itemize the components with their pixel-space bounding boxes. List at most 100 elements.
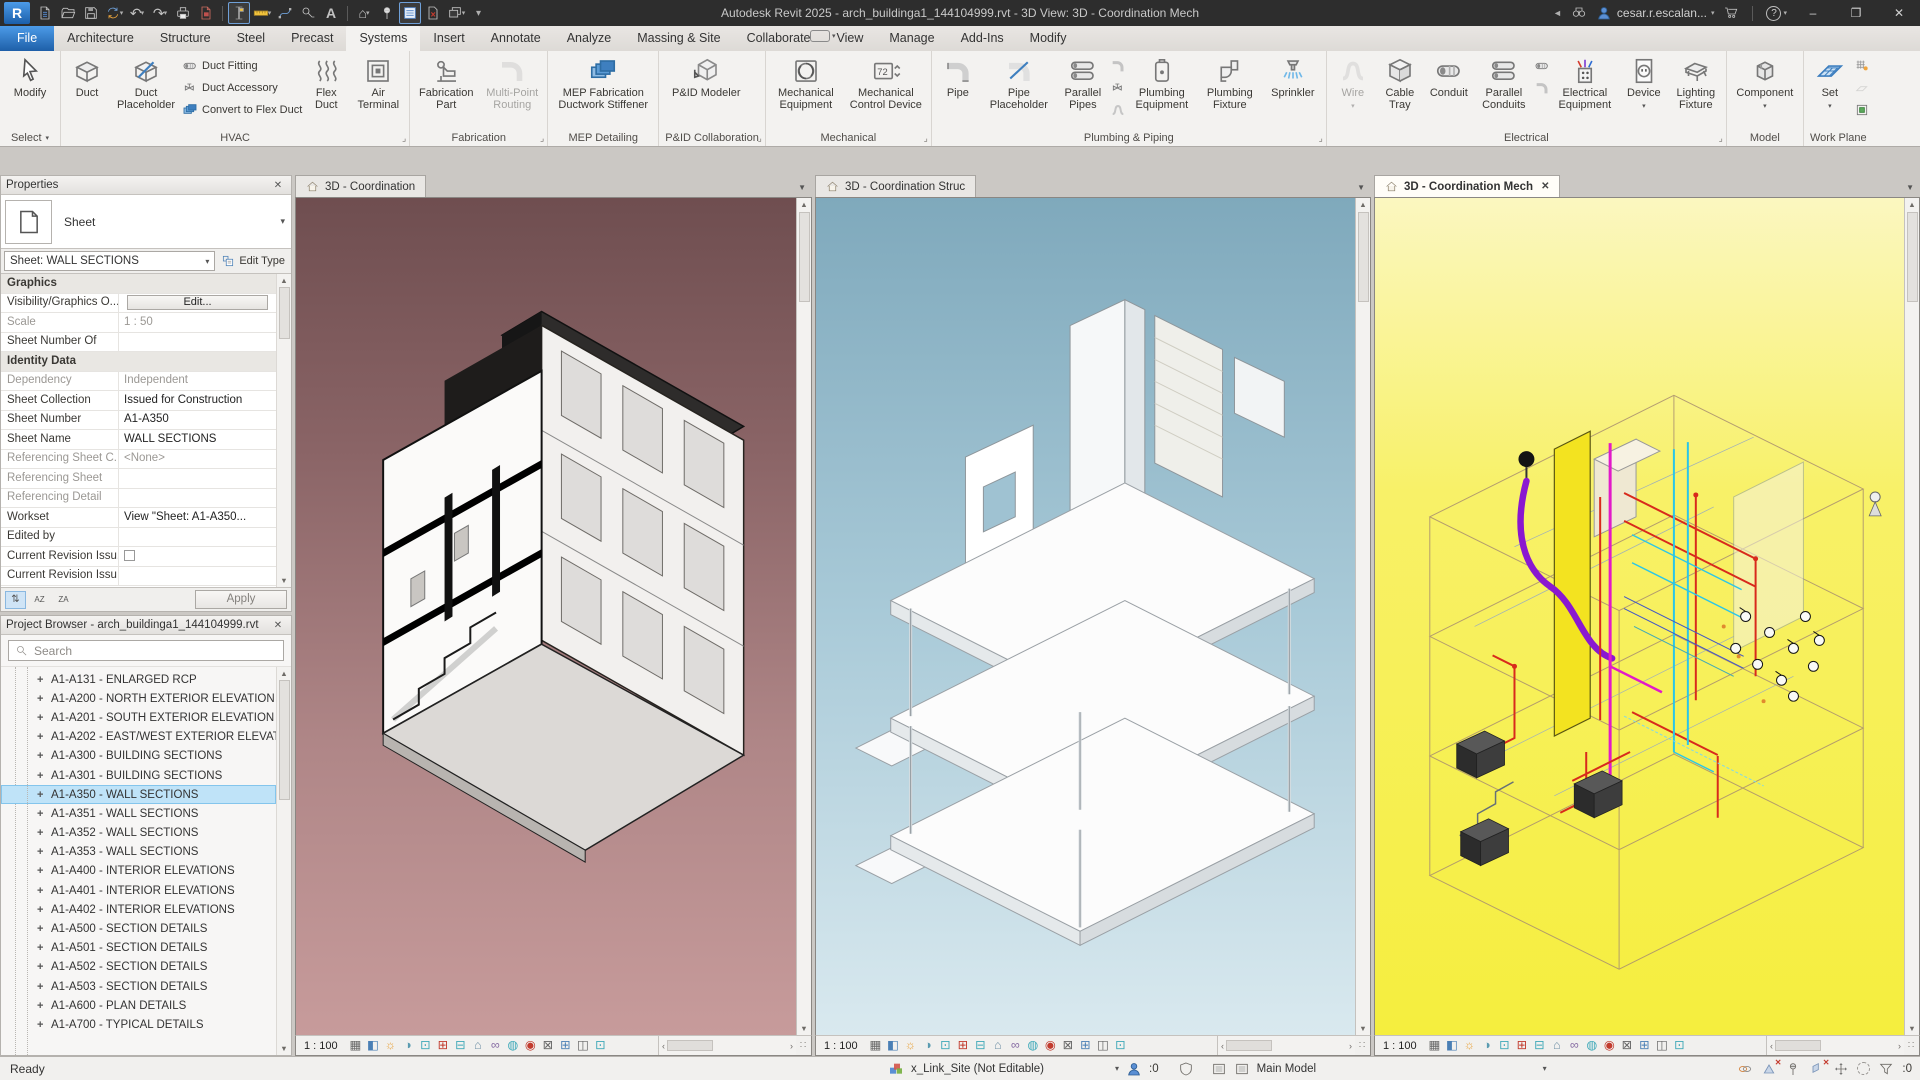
ribbon-tab[interactable]: Modify [1017, 26, 1080, 51]
temporary-view-properties-icon[interactable]: ◍ [1583, 1036, 1601, 1055]
property-row[interactable]: Workset▴ View "Sheet: A1-A350...View "Sh… [1, 508, 276, 528]
expand-icon[interactable]: + [37, 712, 51, 724]
sort-descending-button[interactable]: ZA [53, 591, 74, 609]
expand-icon[interactable]: + [37, 674, 51, 686]
constraints-icon[interactable]: ⊠ [539, 1036, 557, 1055]
scroll-thumb[interactable] [1226, 1040, 1272, 1051]
ribbon-tab[interactable]: Structure [147, 26, 224, 51]
shadows-icon[interactable]: ◑ [399, 1036, 417, 1055]
drag-on-selection-toggle[interactable] [1833, 1061, 1849, 1077]
tree-item[interactable]: + A1-A351 - WALL SECTIONS [1, 804, 276, 823]
restore-button[interactable]: ❐ [1839, 1, 1873, 25]
shadows-icon[interactable]: ◑ [919, 1036, 937, 1055]
highlight-displacement-icon[interactable]: ⊡ [1112, 1036, 1130, 1055]
expand-icon[interactable]: + [37, 1019, 51, 1031]
redo-button[interactable]: ↷ ▾ [149, 2, 171, 24]
scroll-thumb[interactable] [278, 680, 290, 800]
edit-button[interactable]: Edit... [127, 295, 268, 310]
undo-button[interactable]: ↶ ▾ [126, 2, 148, 24]
vertical-scrollbar[interactable]: ▲ ▼ [1355, 198, 1370, 1035]
revit-logo[interactable]: R [4, 2, 30, 24]
sort-ascending-button[interactable]: AZ [29, 591, 50, 609]
constraints-icon[interactable]: ⊠ [1059, 1036, 1077, 1055]
parallel-pipes-button[interactable]: Parallel Pipes [1057, 53, 1109, 112]
flex-pipe-button[interactable] [1110, 100, 1126, 120]
panel-mechanical-footer[interactable]: Mechanical ⌟ [766, 129, 931, 146]
tree-item[interactable]: + A1-A500 - SECTION DETAILS [1, 919, 276, 938]
worksharing-display-icon[interactable]: ◉ [1042, 1036, 1060, 1055]
sync-button[interactable]: ▾ [103, 2, 125, 24]
ribbon-tab[interactable]: Massing & Site [624, 26, 733, 51]
analytical-model-icon[interactable]: ◫ [1653, 1036, 1671, 1055]
show-work-plane-button[interactable] [1854, 56, 1870, 76]
design-option-list-icon[interactable] [1234, 1061, 1250, 1077]
property-row[interactable]: Referencing Sheet▴ [1, 469, 276, 489]
horizontal-scrollbar[interactable]: ‹ › [658, 1036, 796, 1055]
duct-button[interactable]: Duct [64, 53, 110, 101]
scroll-thumb[interactable] [798, 212, 810, 302]
section-button[interactable] [228, 2, 250, 24]
property-row[interactable]: Scale▴ 1 : 501 : 50 [1, 313, 276, 333]
horizontal-scrollbar[interactable]: ‹ › [1766, 1036, 1904, 1055]
scale-button[interactable]: 1 : 100 [817, 1040, 867, 1052]
property-row[interactable]: Current Revision Issu...▴ [1, 547, 276, 567]
editable-only-toggle[interactable] [1126, 1061, 1142, 1077]
tree-item[interactable]: + A1-A600 - PLAN DETAILS [1, 996, 276, 1015]
expand-icon[interactable]: + [37, 1000, 51, 1012]
panel-plumbing-footer[interactable]: Plumbing & Piping ⌟ [932, 129, 1326, 146]
mep-fabrication-ductwork-stiffener-button[interactable]: MEP Fabrication Ductwork Stiffener [551, 53, 655, 112]
view-tab-coordination-struc[interactable]: 3D - Coordination Struc [815, 175, 977, 197]
properties-toggle-button[interactable] [34, 2, 56, 24]
expand-icon[interactable]: + [37, 865, 51, 877]
switch-windows-button[interactable]: ▾ [445, 2, 467, 24]
property-row[interactable]: Sheet Collection▴ Issued for Constructio… [1, 391, 276, 411]
visual-style-icon[interactable]: ◧ [884, 1036, 902, 1055]
design-options-icon[interactable] [1178, 1061, 1194, 1077]
view-canvas-coordination-struc[interactable]: ▲ ▼ [815, 197, 1371, 1035]
active-workset-dropdown[interactable]: x_Link_Site (Not Editable) ▾ [911, 1059, 1119, 1078]
property-row[interactable]: Sheet Number Of▴ [1, 332, 276, 352]
expand-icon[interactable]: + [37, 693, 51, 705]
property-row[interactable]: Graphics▴ [1, 274, 276, 294]
crop-view-icon[interactable]: ⊡ [417, 1036, 435, 1055]
open-button[interactable] [57, 2, 79, 24]
highlight-displacement-icon[interactable]: ⊡ [1671, 1036, 1689, 1055]
lighting-fixture-button[interactable]: Lighting Fixture [1669, 53, 1723, 112]
close-inactive-views-button[interactable] [195, 2, 217, 24]
expand-icon[interactable]: + [37, 942, 51, 954]
dialog-launcher-icon[interactable]: ⌟ [1319, 133, 1323, 144]
fabrication-part-button[interactable]: Fabrication Part [413, 53, 479, 112]
reveal-hidden-elements-icon[interactable]: ∞ [1566, 1036, 1584, 1055]
tree-item[interactable]: + A1-A131 - ENLARGED RCP [1, 670, 276, 689]
measure-button[interactable]: ▾ [251, 2, 273, 24]
collapse-search-icon[interactable]: ◄ [1553, 8, 1562, 18]
pipe-placeholder-button[interactable]: Pipe Placeholder [982, 53, 1056, 112]
scale-button[interactable]: 1 : 100 [1376, 1040, 1426, 1052]
tree-item[interactable]: + A1-A300 - BUILDING SECTIONS [1, 747, 276, 766]
tree-item[interactable]: + A1-A400 - INTERIOR ELEVATIONS [1, 862, 276, 881]
device-button[interactable]: Device ▾ [1620, 53, 1668, 113]
view-tab-coordination-mech[interactable]: 3D - Coordination Mech ✕ [1374, 175, 1561, 197]
dialog-launcher-icon[interactable]: ⌟ [924, 133, 928, 144]
hide-crop-region-icon[interactable]: ⊟ [972, 1036, 990, 1055]
tree-item[interactable]: + A1-A402 - INTERIOR ELEVATIONS [1, 900, 276, 919]
temporary-hide-isolate-icon[interactable]: ⌂ [469, 1036, 487, 1055]
ribbon-tab[interactable]: Systems [346, 26, 421, 51]
expand-icon[interactable]: + [37, 961, 51, 973]
search-input[interactable]: Search [8, 640, 284, 661]
minimize-button[interactable]: – [1796, 1, 1830, 25]
flex-duct-button[interactable]: Flex Duct [303, 53, 349, 112]
cable-tray-button[interactable]: Cable Tray [1377, 53, 1423, 112]
conduit-fitting-button[interactable] [1534, 56, 1550, 76]
scroll-thumb[interactable] [1775, 1040, 1821, 1051]
detail-level-icon[interactable]: ▦ [867, 1036, 885, 1055]
constraints-icon[interactable]: ⊠ [1618, 1036, 1636, 1055]
tree-item[interactable]: + A1-A503 - SECTION DETAILS [1, 977, 276, 996]
duct-placeholder-button[interactable]: Duct Placeholder [111, 53, 181, 112]
property-row[interactable]: Dependency▴ IndependentIndependent [1, 371, 276, 391]
select-pinned-toggle[interactable] [1785, 1061, 1801, 1077]
dialog-launcher-icon[interactable]: ⌟ [540, 133, 544, 144]
help-menu[interactable]: ? ▾ [1766, 5, 1787, 21]
property-row[interactable]: Current Revision Issu▴ [1, 566, 276, 586]
shadows-icon[interactable]: ◑ [1478, 1036, 1496, 1055]
